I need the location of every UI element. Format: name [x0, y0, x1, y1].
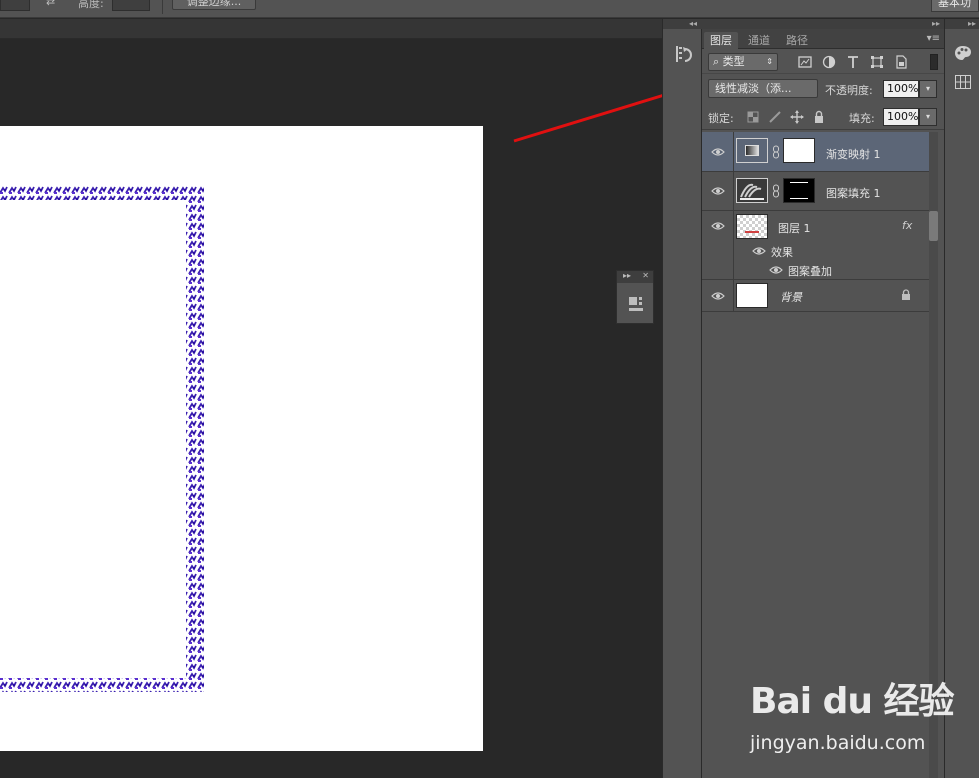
- tab-layers[interactable]: 图层: [704, 32, 738, 49]
- fill-dropdown-icon[interactable]: ▾: [919, 108, 937, 126]
- fill-label: 填充:: [849, 112, 875, 125]
- filter-kind-value: 类型: [722, 55, 745, 68]
- eye-icon[interactable]: [711, 289, 725, 303]
- lock-row: 锁定: 填充: 100% ▾: [702, 105, 944, 130]
- floating-properties-panel[interactable]: ▸▸ ✕: [616, 270, 654, 324]
- mask-thumbnail[interactable]: [783, 138, 815, 163]
- properties-icon[interactable]: [628, 295, 644, 313]
- height-field[interactable]: [112, 0, 150, 11]
- thumbnail-mark: [745, 231, 759, 233]
- lock-move-icon[interactable]: [790, 110, 804, 124]
- mask-thumbnail[interactable]: [783, 178, 815, 203]
- layer-name[interactable]: 渐变映射 1: [826, 146, 881, 162]
- mask-mark: [790, 182, 808, 183]
- collapse-dock-icon[interactable]: ◂◂: [663, 19, 703, 29]
- eye-icon[interactable]: [752, 244, 766, 258]
- visibility-column: [702, 172, 734, 210]
- layer-row-background[interactable]: 背景: [702, 280, 930, 312]
- effects-label[interactable]: 效果: [771, 244, 793, 260]
- collapsed-panel-dock: ◂◂: [662, 19, 703, 778]
- blend-row: 线性减淡（添... 不透明度: 100% ▾: [702, 76, 944, 102]
- panel-menu-icon[interactable]: ▾≡: [927, 33, 940, 44]
- search-icon: ⌕: [713, 55, 723, 68]
- expand-icon[interactable]: ▸▸: [623, 271, 631, 280]
- layer-row-layer-1[interactable]: 图层 1 fx 效果 图案叠加: [702, 211, 930, 280]
- filter-toggle[interactable]: [930, 54, 938, 70]
- adjustment-thumbnail[interactable]: [736, 138, 768, 163]
- color-palette-icon[interactable]: [954, 45, 972, 61]
- watermark-logo: Bai du 经验: [750, 681, 955, 722]
- link-icon[interactable]: [772, 145, 780, 159]
- adjustment-filter-icon[interactable]: [822, 55, 836, 69]
- canvas-area: [0, 40, 662, 778]
- expand-dock-icon[interactable]: ▸▸: [945, 19, 979, 29]
- floating-panel-header[interactable]: ▸▸ ✕: [617, 271, 653, 283]
- right-icon-dock: ▸▸: [944, 19, 979, 778]
- watermark-url: jingyan.baidu.com: [750, 732, 926, 754]
- type-filter-icon[interactable]: [846, 55, 860, 69]
- layer-name[interactable]: 图案填充 1: [826, 185, 881, 201]
- visibility-column: [702, 280, 734, 311]
- lock-all-icon[interactable]: [812, 110, 826, 124]
- layer-name[interactable]: 背景: [780, 289, 802, 305]
- smart-object-filter-icon[interactable]: [894, 55, 908, 69]
- shape-filter-icon[interactable]: [870, 55, 884, 69]
- eye-icon[interactable]: [711, 184, 725, 198]
- opacity-dropdown-icon[interactable]: ▾: [919, 80, 937, 98]
- baidu-jingyan-watermark: Bai du 经验 jingyan.baidu.com: [750, 672, 975, 768]
- layer-row-gradient-map[interactable]: 渐变映射 1: [702, 132, 930, 172]
- pattern-fill-thumbnail[interactable]: [736, 178, 768, 203]
- document-tab-strip: [0, 19, 662, 39]
- blend-mode-value: 线性减淡（添...: [715, 82, 792, 95]
- tab-paths[interactable]: 路径: [780, 32, 814, 49]
- gradient-map-icon: [745, 145, 759, 156]
- visibility-column: [702, 132, 734, 171]
- blend-mode-select[interactable]: 线性减淡（添...: [708, 79, 818, 98]
- link-icon[interactable]: [772, 184, 780, 198]
- swatches-icon[interactable]: [955, 75, 971, 89]
- eye-icon[interactable]: [711, 145, 725, 159]
- pixel-filter-icon[interactable]: [798, 55, 812, 69]
- height-label: 高度:: [78, 0, 104, 10]
- layer-name[interactable]: 图层 1: [778, 220, 811, 236]
- width-field[interactable]: [0, 0, 30, 11]
- effect-pattern-overlay[interactable]: 图案叠加: [788, 263, 832, 279]
- refine-edge-button[interactable]: 调整边缘...: [172, 0, 256, 10]
- fx-icon[interactable]: fx: [902, 219, 912, 232]
- filter-row: ⌕ 类型 ⇕: [702, 50, 944, 74]
- layers-panel: ▸▸ 图层 通道 路径 ▾≡ ⌕ 类型 ⇕ 线性减淡（添... 不透明度: 100…: [702, 19, 944, 778]
- fill-input[interactable]: 100%: [883, 108, 919, 126]
- swap-icon[interactable]: ⇄: [46, 0, 55, 8]
- opacity-label: 不透明度:: [825, 84, 873, 97]
- tab-channels[interactable]: 通道: [742, 32, 776, 49]
- options-bar: ⇄ 高度: 调整边缘... 基本功: [0, 0, 979, 18]
- history-icon[interactable]: [673, 43, 695, 65]
- lock-transparent-icon[interactable]: [746, 110, 760, 124]
- pattern-swatch-icon: [740, 183, 764, 200]
- panel-tabs: 图层 通道 路径 ▾≡: [702, 29, 944, 49]
- lock-label: 锁定:: [708, 112, 734, 125]
- divider: [162, 0, 163, 14]
- layers-scrollbar-thumb[interactable]: [929, 211, 938, 241]
- eye-icon[interactable]: [769, 263, 783, 277]
- workspace-switcher[interactable]: 基本功: [931, 0, 979, 12]
- filter-kind-select[interactable]: ⌕ 类型 ⇕: [708, 53, 778, 71]
- eye-icon[interactable]: [711, 219, 725, 233]
- pattern-frame: [0, 186, 204, 692]
- document-canvas[interactable]: [0, 126, 483, 751]
- visibility-column: [702, 211, 734, 279]
- opacity-input[interactable]: 100%: [883, 80, 919, 98]
- lock-brush-icon[interactable]: [768, 110, 782, 124]
- transparent-thumbnail[interactable]: [736, 214, 768, 239]
- background-thumbnail[interactable]: [736, 283, 768, 308]
- expand-panel-icon[interactable]: ▸▸: [702, 19, 944, 29]
- close-icon[interactable]: ✕: [642, 271, 649, 280]
- lock-icon: [902, 289, 910, 300]
- layer-row-pattern-fill[interactable]: 图案填充 1: [702, 172, 930, 211]
- mask-mark: [790, 198, 808, 199]
- updown-icon: ⇕: [766, 57, 773, 66]
